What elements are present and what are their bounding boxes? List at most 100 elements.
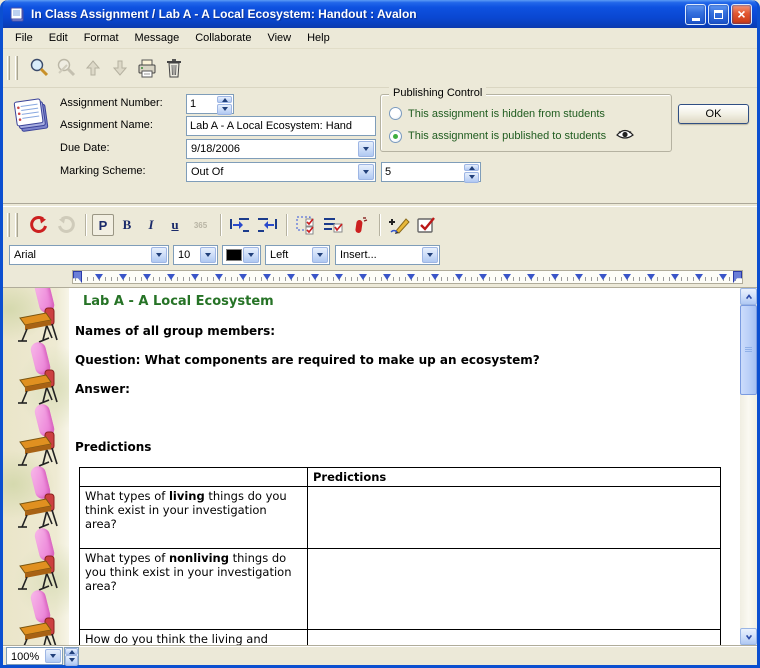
school-desk-art bbox=[17, 428, 61, 468]
spellcheck-button[interactable] bbox=[413, 213, 438, 238]
toolbar-grip2[interactable] bbox=[15, 213, 18, 237]
toolbar-grip[interactable] bbox=[7, 213, 10, 237]
delete-button[interactable] bbox=[161, 56, 186, 81]
ruler-strip[interactable] bbox=[72, 270, 743, 284]
menu-help[interactable]: Help bbox=[299, 29, 338, 47]
indent-decrease-button[interactable] bbox=[254, 213, 279, 238]
ok-button[interactable]: OK bbox=[678, 104, 749, 124]
tab-stop-marker[interactable] bbox=[311, 274, 319, 284]
checklist-button[interactable] bbox=[320, 213, 345, 238]
tab-stop-marker[interactable] bbox=[263, 274, 271, 284]
menu-view[interactable]: View bbox=[259, 29, 299, 47]
tab-stop-marker[interactable] bbox=[599, 274, 607, 284]
school-desk-art bbox=[17, 552, 61, 592]
tab-stop-marker[interactable] bbox=[503, 274, 511, 284]
zoom-spinner[interactable] bbox=[64, 647, 79, 665]
font-color-dropdown-button[interactable] bbox=[243, 247, 259, 263]
tab-stop-marker[interactable] bbox=[719, 274, 727, 284]
radio-published[interactable] bbox=[389, 130, 402, 143]
radio-hidden[interactable] bbox=[389, 107, 402, 120]
font-size-dropdown-button[interactable] bbox=[200, 247, 216, 263]
tab-stop-marker[interactable] bbox=[431, 274, 439, 284]
tab-stop-marker[interactable] bbox=[239, 274, 247, 284]
underline-button[interactable]: u bbox=[164, 214, 186, 236]
toolbar-grip[interactable] bbox=[7, 56, 10, 80]
due-date-dropdown-button[interactable] bbox=[358, 141, 374, 157]
insert-dropdown-button[interactable] bbox=[422, 247, 438, 263]
paragraph-button[interactable]: P bbox=[92, 214, 114, 236]
menu-collaborate[interactable]: Collaborate bbox=[187, 29, 259, 47]
scroll-down-button[interactable] bbox=[740, 628, 757, 645]
insert-combo[interactable]: Insert... bbox=[335, 245, 440, 265]
right-indent-marker[interactable] bbox=[733, 271, 742, 283]
assignment-name-field[interactable] bbox=[186, 116, 376, 136]
tab-stop-marker[interactable] bbox=[623, 274, 631, 284]
add-annotation-button[interactable] bbox=[386, 213, 411, 238]
italic-button[interactable]: I bbox=[140, 214, 162, 236]
tab-stop-marker[interactable] bbox=[215, 274, 223, 284]
font-family-dropdown-button[interactable] bbox=[151, 247, 167, 263]
font-family-combo[interactable]: Arial bbox=[9, 245, 169, 265]
preview-button[interactable] bbox=[26, 56, 51, 81]
bold-button[interactable]: B bbox=[116, 214, 138, 236]
tab-stop-marker[interactable] bbox=[527, 274, 535, 284]
zoom-level-combo[interactable]: 100% bbox=[6, 647, 63, 665]
undo-button[interactable] bbox=[26, 213, 51, 238]
assignment-number-field[interactable] bbox=[186, 94, 234, 114]
tab-stop-marker[interactable] bbox=[143, 274, 151, 284]
assignment-number-spinner[interactable] bbox=[217, 96, 232, 112]
print-button[interactable] bbox=[134, 56, 159, 81]
tab-stop-marker[interactable] bbox=[119, 274, 127, 284]
menu-file[interactable]: File bbox=[7, 29, 41, 47]
marking-scheme-dropdown-button[interactable] bbox=[358, 164, 374, 180]
font-size-combo[interactable]: 10 bbox=[173, 245, 218, 265]
checkbox-checked-icon bbox=[415, 215, 437, 235]
toolbar-grip2[interactable] bbox=[15, 56, 18, 80]
radio-hidden-option[interactable]: This assignment is hidden from students bbox=[389, 107, 605, 120]
scrollbar-thumb[interactable] bbox=[740, 305, 757, 395]
close-button[interactable]: × bbox=[731, 4, 752, 25]
answer-cell[interactable] bbox=[308, 630, 721, 646]
scrollbar-track[interactable] bbox=[740, 305, 757, 628]
font-color-combo[interactable] bbox=[222, 245, 261, 265]
tab-stop-marker[interactable] bbox=[575, 274, 583, 284]
out-of-field[interactable] bbox=[381, 162, 481, 182]
marking-scheme-combo[interactable]: Out Of bbox=[186, 162, 376, 182]
tab-stop-marker[interactable] bbox=[695, 274, 703, 284]
tab-stop-marker[interactable] bbox=[455, 274, 463, 284]
maximize-button[interactable] bbox=[708, 4, 729, 25]
alignment-combo[interactable]: Left bbox=[265, 245, 330, 265]
tab-stop-marker[interactable] bbox=[95, 274, 103, 284]
indent-increase-button[interactable] bbox=[227, 213, 252, 238]
document-content[interactable]: Lab A - A Local Ecosystem Names of all g… bbox=[69, 288, 740, 645]
zoom-dropdown-button[interactable] bbox=[45, 649, 61, 663]
tab-stop-marker[interactable] bbox=[335, 274, 343, 284]
scroll-up-button[interactable] bbox=[740, 288, 757, 305]
marker-button[interactable] bbox=[347, 213, 372, 238]
vertical-scrollbar[interactable] bbox=[740, 288, 757, 645]
assignment-name-input[interactable] bbox=[187, 117, 375, 135]
title-bar[interactable]: In Class Assignment / Lab A - A Local Ec… bbox=[3, 0, 757, 28]
tab-stop-marker[interactable] bbox=[167, 274, 175, 284]
menu-format[interactable]: Format bbox=[76, 29, 127, 47]
select-checkboxes-button[interactable] bbox=[293, 213, 318, 238]
tab-stop-marker[interactable] bbox=[407, 274, 415, 284]
menu-message[interactable]: Message bbox=[127, 29, 188, 47]
tab-stop-marker[interactable] bbox=[383, 274, 391, 284]
due-date-combo[interactable]: 9/18/2006 bbox=[186, 139, 376, 159]
left-indent-marker[interactable] bbox=[73, 271, 82, 283]
tab-stop-marker[interactable] bbox=[479, 274, 487, 284]
tab-stop-marker[interactable] bbox=[191, 274, 199, 284]
radio-published-option[interactable]: This assignment is published to students bbox=[389, 129, 634, 143]
minimize-button[interactable] bbox=[685, 4, 706, 25]
menu-edit[interactable]: Edit bbox=[41, 29, 76, 47]
tab-stop-marker[interactable] bbox=[647, 274, 655, 284]
tab-stop-marker[interactable] bbox=[359, 274, 367, 284]
out-of-spinner[interactable] bbox=[464, 164, 479, 180]
answer-cell[interactable] bbox=[308, 487, 721, 549]
tab-stop-marker[interactable] bbox=[551, 274, 559, 284]
alignment-dropdown-button[interactable] bbox=[312, 247, 328, 263]
tab-stop-marker[interactable] bbox=[671, 274, 679, 284]
tab-stop-marker[interactable] bbox=[287, 274, 295, 284]
answer-cell[interactable] bbox=[308, 549, 721, 630]
